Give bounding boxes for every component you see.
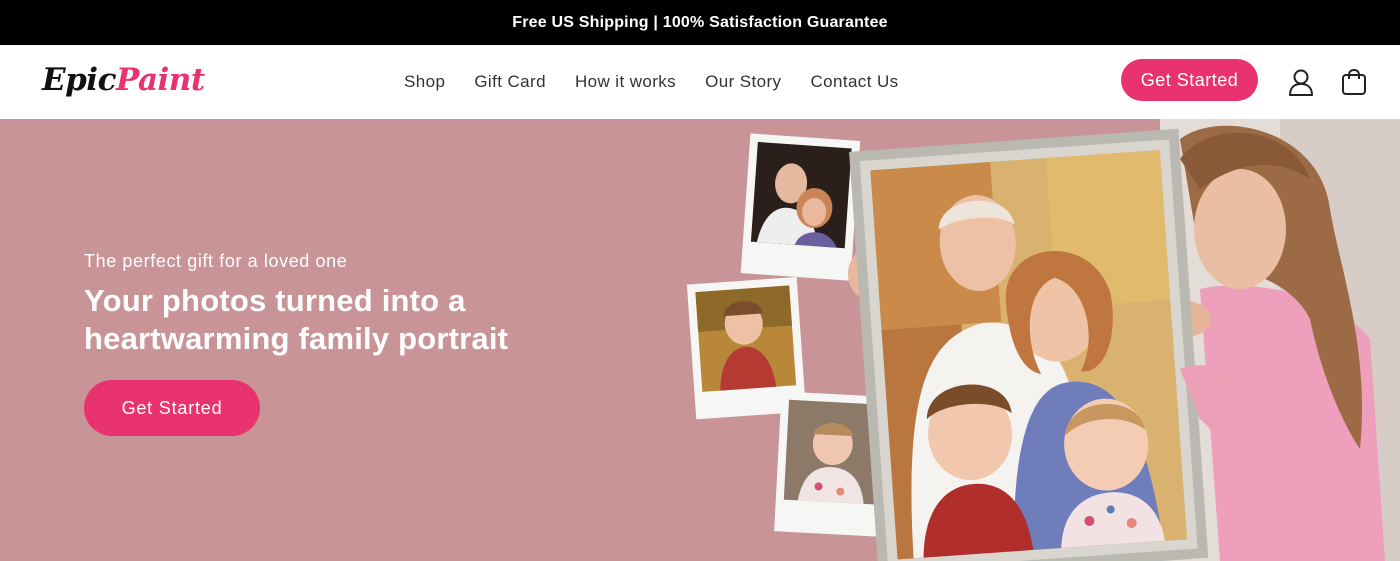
logo-part-1: Epic [42, 62, 116, 98]
shopping-bag-icon[interactable] [1339, 67, 1369, 97]
nav-gift-card[interactable]: Gift Card [474, 72, 546, 92]
nav-our-story[interactable]: Our Story [705, 72, 781, 92]
hero-section: The perfect gift for a loved one Your ph… [0, 119, 1400, 561]
hero-title: Your photos turned into a heartwarming f… [84, 283, 509, 356]
hero-text: The perfect gift for a loved one Your ph… [84, 251, 644, 358]
site-header: EpicPaint Shop Gift Card How it works Ou… [0, 45, 1400, 119]
header-get-started-button[interactable]: Get Started [1121, 59, 1258, 101]
nav-how-it-works[interactable]: How it works [575, 72, 676, 92]
main-nav: Shop Gift Card How it works Our Story Co… [404, 45, 899, 119]
logo[interactable]: EpicPaint [42, 60, 205, 100]
nav-contact-us[interactable]: Contact Us [810, 72, 898, 92]
nav-shop[interactable]: Shop [404, 72, 445, 92]
announcement-text: Free US Shipping | 100% Satisfaction Gua… [512, 13, 888, 31]
hero-family-portrait-image [686, 119, 1400, 561]
user-icon[interactable] [1286, 67, 1316, 97]
hero-subtitle: The perfect gift for a loved one [84, 251, 348, 271]
logo-part-2: Paint [115, 62, 205, 98]
announcement-bar: Free US Shipping | 100% Satisfaction Gua… [0, 0, 1400, 45]
hero-get-started-button[interactable]: Get Started [84, 380, 260, 436]
